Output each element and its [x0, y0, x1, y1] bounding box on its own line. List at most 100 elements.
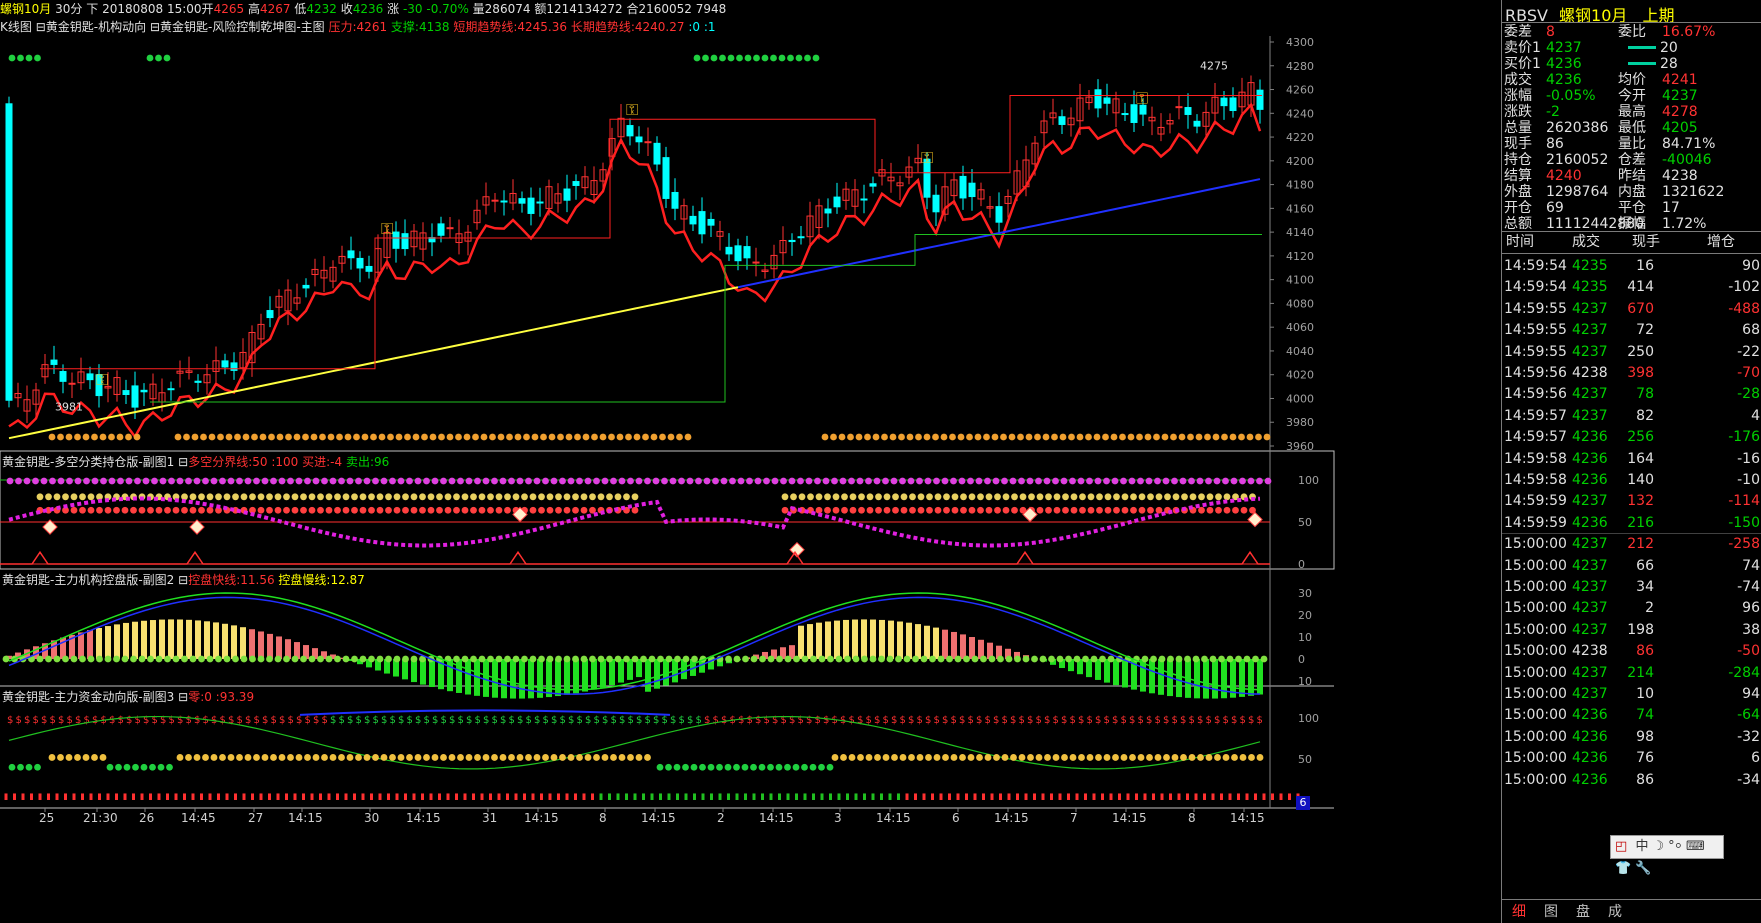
sub1-red-dot — [334, 506, 341, 514]
sub1-mid-dot — [453, 493, 460, 501]
tick-row[interactable]: 15:00:00 4237 66 74 — [1502, 554, 1761, 578]
sub1-mid-dot — [858, 493, 865, 501]
sub3-s-marker: $ — [1070, 715, 1076, 726]
tick-row[interactable]: 15:00:00 4237 198 38 — [1502, 618, 1761, 642]
sub3-coin-dot — [1256, 754, 1264, 761]
tick-price: 4236 — [1572, 771, 1608, 788]
tick-row[interactable]: 15:00:00 4237 34 -74 — [1502, 575, 1761, 599]
tick-row[interactable]: 15:00:00 4236 98 -32 — [1502, 725, 1761, 749]
sub3-s-marker: $ — [925, 715, 931, 726]
bottom-signal-dot — [455, 433, 462, 441]
sub3-runner-dot — [741, 763, 749, 771]
sub2-title[interactable]: 黄金钥匙-主力机构控盘版-副图2 — [2, 573, 174, 587]
tab-0[interactable]: 细 — [1512, 901, 1526, 921]
sub3-s-marker: $ — [1104, 715, 1110, 726]
sub1-mid-dot — [215, 493, 222, 501]
sub1-buy: 买进:-4 — [302, 455, 343, 469]
tick-time: 14:59:57 — [1504, 429, 1567, 446]
tab-3[interactable]: 成 — [1608, 901, 1622, 921]
checkbox-icon[interactable]: ⊟ — [178, 573, 188, 587]
tick-time: 15:00:00 — [1504, 600, 1567, 617]
sub3-s-marker: $ — [466, 715, 472, 726]
sub2-zero-dot — [478, 655, 486, 663]
sub1-red-dot — [1087, 506, 1095, 514]
x-tick-label: 14:15 — [759, 811, 794, 825]
sub1-red-dot — [453, 506, 460, 514]
tick-row[interactable]: 15:00:00 4237 10 94 — [1502, 682, 1761, 706]
sub3-runner-dot — [25, 763, 33, 771]
tick-row[interactable]: 15:00:00 4237 2 96 — [1502, 596, 1761, 620]
sub1-title[interactable]: 黄金钥匙-多空分类持仓版-副图1 — [2, 455, 174, 469]
candle-body — [635, 136, 643, 143]
sub1-mid-dot — [1215, 493, 1222, 501]
tick-row[interactable]: 14:59:57 4236 256 -176 — [1502, 425, 1761, 449]
tick-row[interactable]: 14:59:54 4235 16 90 — [1502, 254, 1761, 278]
tick-hand: 414 — [1627, 279, 1654, 296]
sub3-s-marker: $ — [288, 715, 294, 726]
sub2-zero-dot — [325, 655, 333, 663]
sub1-mid-dot — [419, 493, 426, 501]
ime-toolbar[interactable]: ◰ 中 ☽ °⸰ ⌨ 👕 🔧 — [1610, 835, 1724, 876]
sub2-zero-dot — [470, 655, 477, 663]
ime-item[interactable]: ⌨ — [1686, 839, 1705, 854]
sub3-s-marker: $ — [874, 715, 880, 726]
tick-row[interactable]: 14:59:57 4237 82 4 — [1502, 404, 1761, 428]
tick-row[interactable]: 14:59:59 4236 216 -150 — [1502, 511, 1761, 535]
sub1-top-dot — [151, 477, 158, 485]
tab-2[interactable]: 盘 — [1576, 901, 1590, 921]
sub2-bar — [600, 659, 606, 688]
tick-row[interactable]: 14:59:55 4237 250 -22 — [1502, 340, 1761, 364]
bottom-signal-dot — [183, 433, 190, 441]
sub2-zero-dot — [1192, 655, 1200, 663]
sub3-s-marker: $ — [313, 715, 319, 726]
tick-row[interactable]: 14:59:55 4237 670 -488 — [1502, 297, 1761, 321]
divider — [1502, 899, 1761, 900]
tick-row[interactable]: 14:59:58 4236 140 -10 — [1502, 468, 1761, 492]
tick-row[interactable]: 14:59:58 4236 164 -16 — [1502, 447, 1761, 471]
tick-row[interactable]: 15:00:00 4237 214 -284 — [1502, 661, 1761, 685]
ime-item[interactable]: 🔧 — [1635, 861, 1651, 876]
sub3-s-marker: $ — [500, 715, 506, 726]
checkbox-icon[interactable]: ⊟ — [178, 455, 188, 469]
tick-row[interactable]: 15:00:00 4236 86 -34 — [1502, 768, 1761, 792]
sub3-coin-dot — [1163, 754, 1170, 761]
sub3-coin-dot — [984, 754, 992, 761]
tick-row[interactable]: 14:59:56 4238 398 -70 — [1502, 361, 1761, 385]
sub3-title[interactable]: 黄金钥匙-主力资金动向版-副图3 — [2, 690, 174, 704]
candle-body — [1058, 116, 1066, 125]
tick-row[interactable]: 15:00:00 4237 212 -258 — [1502, 532, 1761, 556]
sub1-top-dot — [100, 477, 107, 485]
ime-item[interactable]: ☽ — [1652, 839, 1664, 854]
tab-1[interactable]: 图 — [1544, 901, 1558, 921]
tick-row[interactable]: 14:59:59 4237 132 -114 — [1502, 489, 1761, 513]
tick-row[interactable]: 14:59:54 4235 414 -102 — [1502, 275, 1761, 299]
sub2-bar — [915, 624, 921, 659]
tick-diff: -28 — [1737, 386, 1760, 403]
tick-row[interactable]: 15:00:00 4238 86 -50 — [1502, 639, 1761, 663]
ime-item[interactable]: 中 — [1635, 839, 1648, 854]
sub1-top-dot — [882, 477, 889, 485]
bottom-signal-dot — [1025, 433, 1033, 441]
sub3-s-marker: $ — [390, 715, 396, 726]
y-tick-label: 3980 — [1286, 416, 1314, 429]
sub1-top-dot — [176, 477, 184, 485]
tick-row[interactable]: 15:00:00 4236 76 6 — [1502, 746, 1761, 770]
chart-area[interactable]: 螺钢10月 30分 下 20180808 15:00开4265 高4267 低4… — [0, 0, 1503, 923]
sub1-mid-dot — [790, 493, 797, 501]
ime-item[interactable]: °⸰ — [1668, 839, 1682, 854]
page-number[interactable]: 6 — [1296, 796, 1310, 810]
tick-row[interactable]: 14:59:56 4237 78 -28 — [1502, 382, 1761, 406]
tick-row[interactable]: 15:00:00 4236 74 -64 — [1502, 703, 1761, 727]
sub1-mid-dot — [461, 493, 469, 501]
sub3-runner-dot — [707, 763, 715, 771]
tick-row[interactable]: 14:59:55 4237 72 68 — [1502, 318, 1761, 342]
sub2-zero-dot — [53, 655, 61, 663]
ime-item[interactable]: 👕 — [1615, 861, 1631, 876]
sub3-s-marker: $ — [891, 715, 897, 726]
sub2-zero-dot — [1056, 655, 1064, 663]
tick-hand: 86 — [1636, 643, 1654, 660]
sub3-runner-dot — [682, 763, 689, 771]
sub1-mid-dot — [410, 493, 418, 501]
checkbox-icon[interactable]: ⊟ — [178, 690, 188, 704]
bottom-signal-dot — [285, 433, 292, 441]
